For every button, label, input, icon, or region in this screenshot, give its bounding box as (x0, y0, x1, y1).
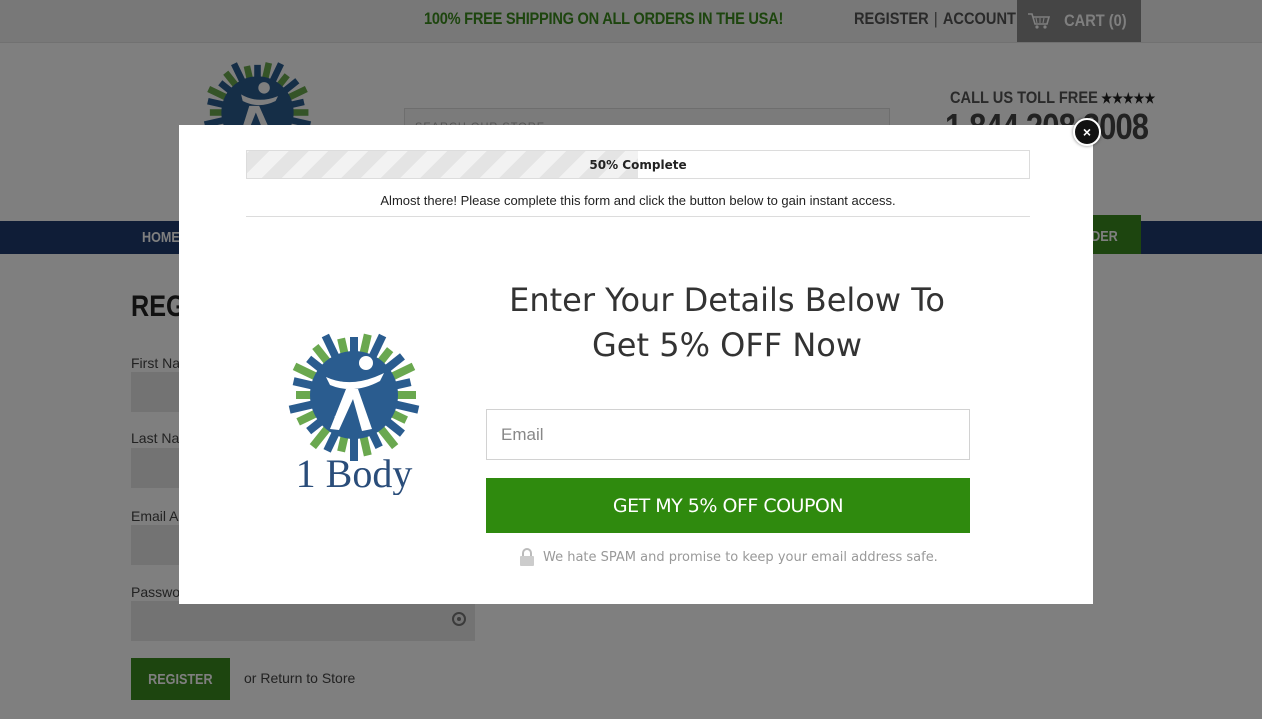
headline-line-2: Get 5% OFF Now (592, 326, 862, 364)
headline-line-1: Enter Your Details Below To (509, 281, 945, 319)
progress-bar: 50% Complete (246, 150, 1030, 179)
logo-text: 1 Body (296, 451, 413, 495)
spam-note-text: We hate SPAM and promise to keep your em… (543, 549, 938, 565)
popup-headline: Enter Your Details Below To Get 5% OFF N… (479, 278, 975, 368)
coupon-popup: 50% Complete Almost there! Please comple… (179, 125, 1093, 604)
close-popup-button[interactable]: × (1073, 118, 1101, 146)
get-coupon-button[interactable]: GET MY 5% OFF COUPON (486, 478, 970, 533)
one-body-logo: 1 Body (288, 333, 420, 495)
email-input[interactable] (486, 409, 970, 460)
spam-note: We hate SPAM and promise to keep your em… (519, 548, 938, 566)
instructions-text: Almost there! Please complete this form … (380, 193, 896, 208)
divider (246, 216, 1030, 217)
progress-text: 50% Complete (589, 157, 687, 172)
lock-icon (520, 548, 534, 566)
